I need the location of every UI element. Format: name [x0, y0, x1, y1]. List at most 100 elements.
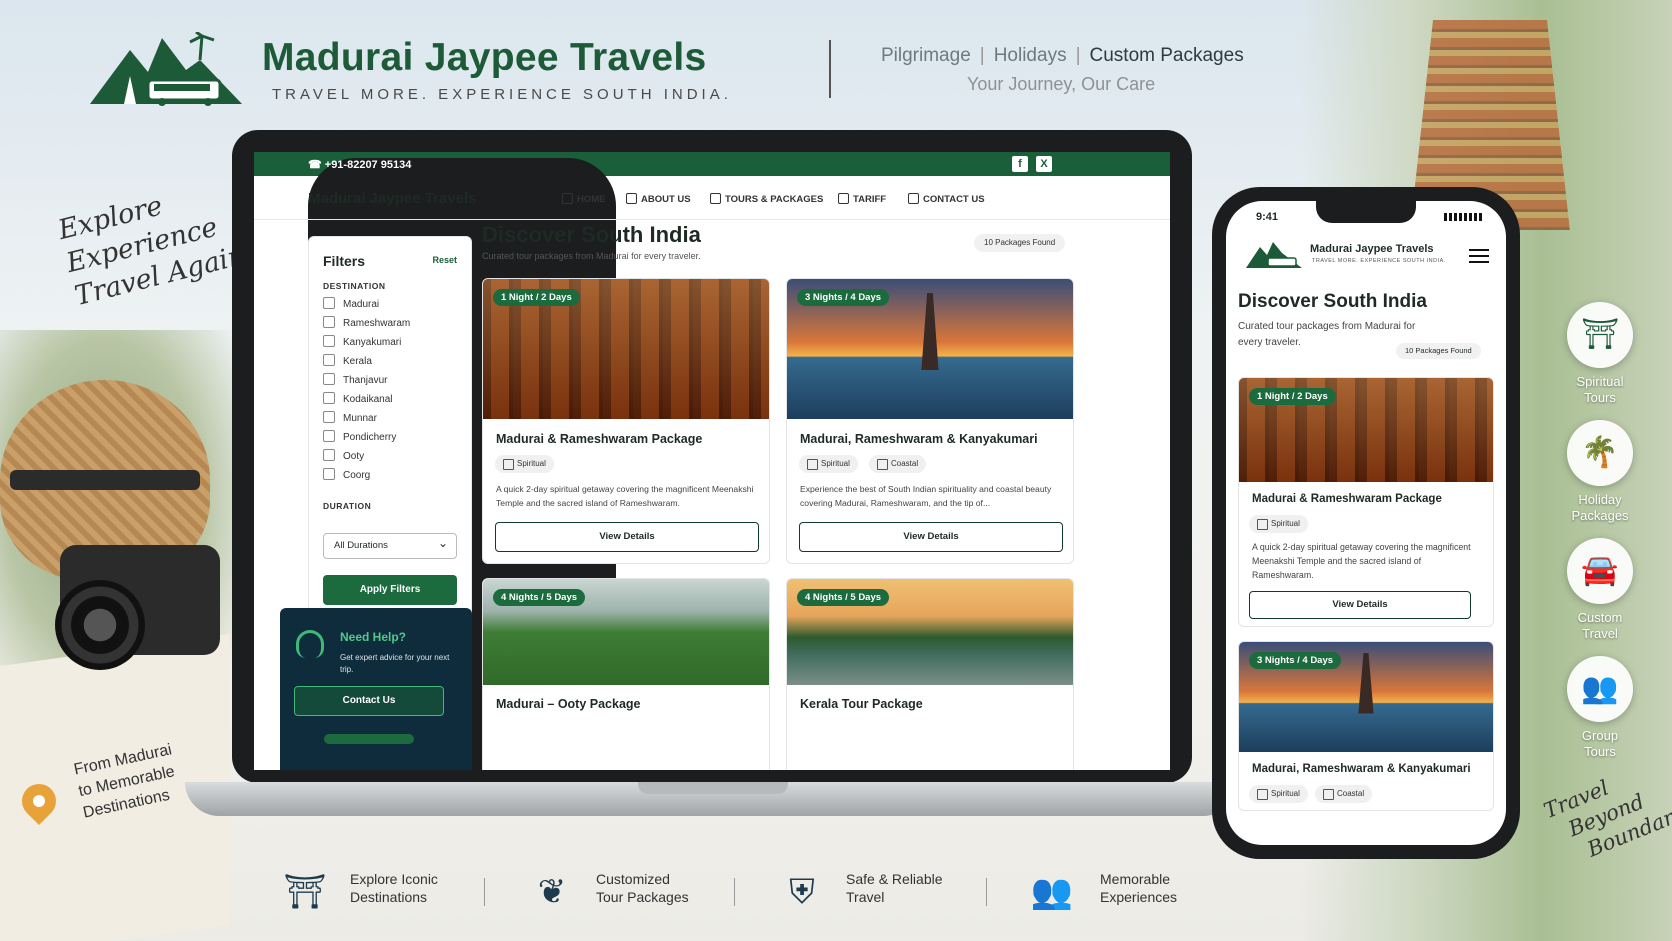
filter-checkbox[interactable]: Ooty — [323, 449, 364, 462]
phone-package-card[interactable]: 1 Night / 2 Days Madurai & Rameshwaram P… — [1238, 377, 1494, 627]
checkbox-icon[interactable] — [323, 335, 335, 347]
feature-safe-reliable: Safe & Reliable Travel — [846, 870, 943, 906]
filter-checkbox[interactable]: Kerala — [323, 354, 372, 367]
card-title[interactable]: Kerala Tour Package — [800, 697, 923, 711]
side-feature-custom-travel[interactable]: 🚘 Custom Travel — [1560, 538, 1640, 642]
need-help-panel: Need Help? Get expert advice for your ne… — [280, 608, 472, 770]
view-details-button[interactable]: View Details — [799, 522, 1063, 552]
header-nav-holidays[interactable]: Holidays — [994, 45, 1067, 66]
feature-label: Memorable — [1100, 871, 1171, 887]
view-details-button[interactable]: View Details — [1249, 591, 1471, 619]
header-nav: Pilgrimage | Holidays | Custom Packages — [881, 45, 1244, 67]
nav-label: TOURS & PACKAGES — [725, 194, 824, 205]
header-subtitle: Your Journey, Our Care — [967, 74, 1156, 94]
phone-packages-found-badge: 10 Packages Found — [1396, 343, 1481, 359]
checkbox-icon[interactable] — [323, 316, 335, 328]
help-title: Need Help? — [340, 630, 407, 644]
package-card[interactable]: 3 Nights / 4 Days Madurai, Rameshwaram &… — [786, 278, 1074, 564]
checkbox-icon[interactable] — [323, 373, 335, 385]
nav-home[interactable]: HOME — [562, 193, 606, 205]
card-image: 4 Nights / 5 Days — [483, 579, 769, 685]
secondary-button[interactable] — [324, 734, 414, 744]
filter-checkbox[interactable]: Madurai — [323, 297, 379, 310]
duration-select[interactable]: All Durations — [323, 531, 457, 559]
phone-screen: 9:41 Madurai Jaypee Travels TRAVEL MORE.… — [1226, 201, 1506, 845]
card-description: A quick 2-day spiritual getaway covering… — [496, 484, 754, 508]
group-icon: 👥 — [1030, 873, 1074, 911]
filter-checkbox[interactable]: Thanjavur — [323, 373, 387, 386]
car-icon — [838, 193, 849, 204]
phone-package-card[interactable]: 3 Nights / 4 Days Madurai, Rameshwaram &… — [1238, 641, 1494, 811]
card-image: 4 Nights / 5 Days — [787, 579, 1073, 685]
card-title[interactable]: Madurai, Rameshwaram & Kanyakumari — [800, 432, 1038, 446]
hamburger-menu-icon[interactable] — [1469, 249, 1489, 263]
card-title[interactable]: Madurai – Ooty Package — [496, 697, 641, 711]
filter-checkbox[interactable]: Pondicherry — [323, 430, 396, 443]
side-feature-label: Packages — [1571, 508, 1629, 523]
apply-filters-button[interactable]: Apply Filters — [323, 575, 457, 605]
phone-page-title: Discover South India — [1238, 291, 1427, 312]
checkbox-label: Thanjavur — [343, 375, 388, 386]
side-feature-label: Tours — [1584, 390, 1616, 405]
phone-number-text: +91-82207 95134 — [324, 159, 412, 171]
filter-checkbox[interactable]: Rameshwaram — [323, 316, 410, 329]
nav-label: HOME — [577, 194, 606, 205]
nav-about-us[interactable]: ABOUT US — [626, 193, 691, 205]
duration-badge: 1 Night / 2 Days — [493, 289, 580, 306]
filters-panel: Filters Reset DESTINATION Madurai Ramesh… — [308, 236, 472, 628]
feature-label: Destinations — [350, 889, 428, 905]
site-name[interactable]: Madurai Jaypee Travels — [308, 190, 476, 207]
signal-battery-icon — [1444, 213, 1484, 221]
feature-label: Experiences — [1100, 889, 1178, 905]
contact-us-button[interactable]: Contact Us — [294, 686, 444, 716]
x-twitter-icon[interactable]: X — [1036, 156, 1052, 172]
page-title: Discover South India — [482, 222, 701, 247]
view-details-button[interactable]: View Details — [495, 522, 759, 552]
nav-label: ABOUT US — [641, 194, 691, 205]
side-feature-spiritual-tours[interactable]: ⛩ Spiritual Tours — [1560, 302, 1640, 406]
side-feature-group-tours[interactable]: 👥 Group Tours — [1560, 656, 1640, 760]
filter-checkbox[interactable]: Kanyakumari — [323, 335, 401, 348]
side-feature-holiday-packages[interactable]: 🌴 Holiday Packages — [1560, 420, 1640, 524]
checkbox-icon[interactable] — [323, 411, 335, 423]
tag-coastal: Coastal — [1315, 785, 1373, 803]
card-title[interactable]: Madurai & Rameshwaram Package — [1252, 493, 1442, 505]
side-feature-label: Spiritual — [1576, 374, 1624, 389]
side-feature-label: Holiday — [1578, 492, 1622, 507]
car-icon: 🚘 — [1567, 538, 1633, 604]
filter-checkbox[interactable]: Munnar — [323, 411, 377, 424]
hat-band — [10, 470, 200, 490]
header-nav-custom-packages[interactable]: Custom Packages — [1090, 45, 1244, 66]
nav-tariff[interactable]: TARIFF — [838, 193, 886, 205]
card-title[interactable]: Madurai & Rameshwaram Package — [496, 432, 702, 446]
checkbox-icon[interactable] — [323, 468, 335, 480]
filter-checkbox[interactable]: Kodaikanal — [323, 392, 392, 405]
filters-reset-button[interactable]: Reset — [432, 255, 457, 265]
user-icon — [626, 193, 637, 204]
tag-coastal: Coastal — [869, 455, 927, 473]
header-nav-pilgrimage[interactable]: Pilgrimage — [881, 45, 971, 66]
card-image: 1 Night / 2 Days — [483, 279, 769, 419]
package-card[interactable]: 4 Nights / 5 Days Kerala Tour Package — [786, 578, 1074, 770]
card-image: 3 Nights / 4 Days — [787, 279, 1073, 419]
checkbox-icon[interactable] — [323, 354, 335, 366]
card-title[interactable]: Madurai, Rameshwaram & Kanyakumari — [1252, 763, 1471, 775]
package-card[interactable]: 1 Night / 2 Days Madurai & Rameshwaram P… — [482, 278, 770, 564]
card-image: 1 Night / 2 Days — [1239, 378, 1493, 482]
checkbox-icon[interactable] — [323, 449, 335, 461]
laptop-screen: ☎ +91-82207 95134 f X Madurai Jaypee Tra… — [254, 152, 1170, 770]
filter-checkbox[interactable]: Coorg — [323, 468, 370, 481]
checkbox-icon[interactable] — [323, 430, 335, 442]
side-feature-label: Tours — [1584, 744, 1616, 759]
nav-contact-us[interactable]: CONTACT US — [908, 193, 985, 205]
palm-island-icon: 🌴 — [1567, 420, 1633, 486]
checkbox-icon[interactable] — [323, 297, 335, 309]
checkbox-icon[interactable] — [323, 392, 335, 404]
nav-tours-packages[interactable]: TOURS & PACKAGES — [710, 193, 823, 205]
checkbox-label: Coorg — [343, 470, 371, 481]
facebook-icon[interactable]: f — [1012, 156, 1028, 172]
side-feature-label: Travel — [1582, 626, 1618, 641]
mail-icon — [908, 193, 919, 204]
package-card[interactable]: 4 Nights / 5 Days Madurai – Ooty Package — [482, 578, 770, 770]
header-divider — [829, 40, 831, 98]
